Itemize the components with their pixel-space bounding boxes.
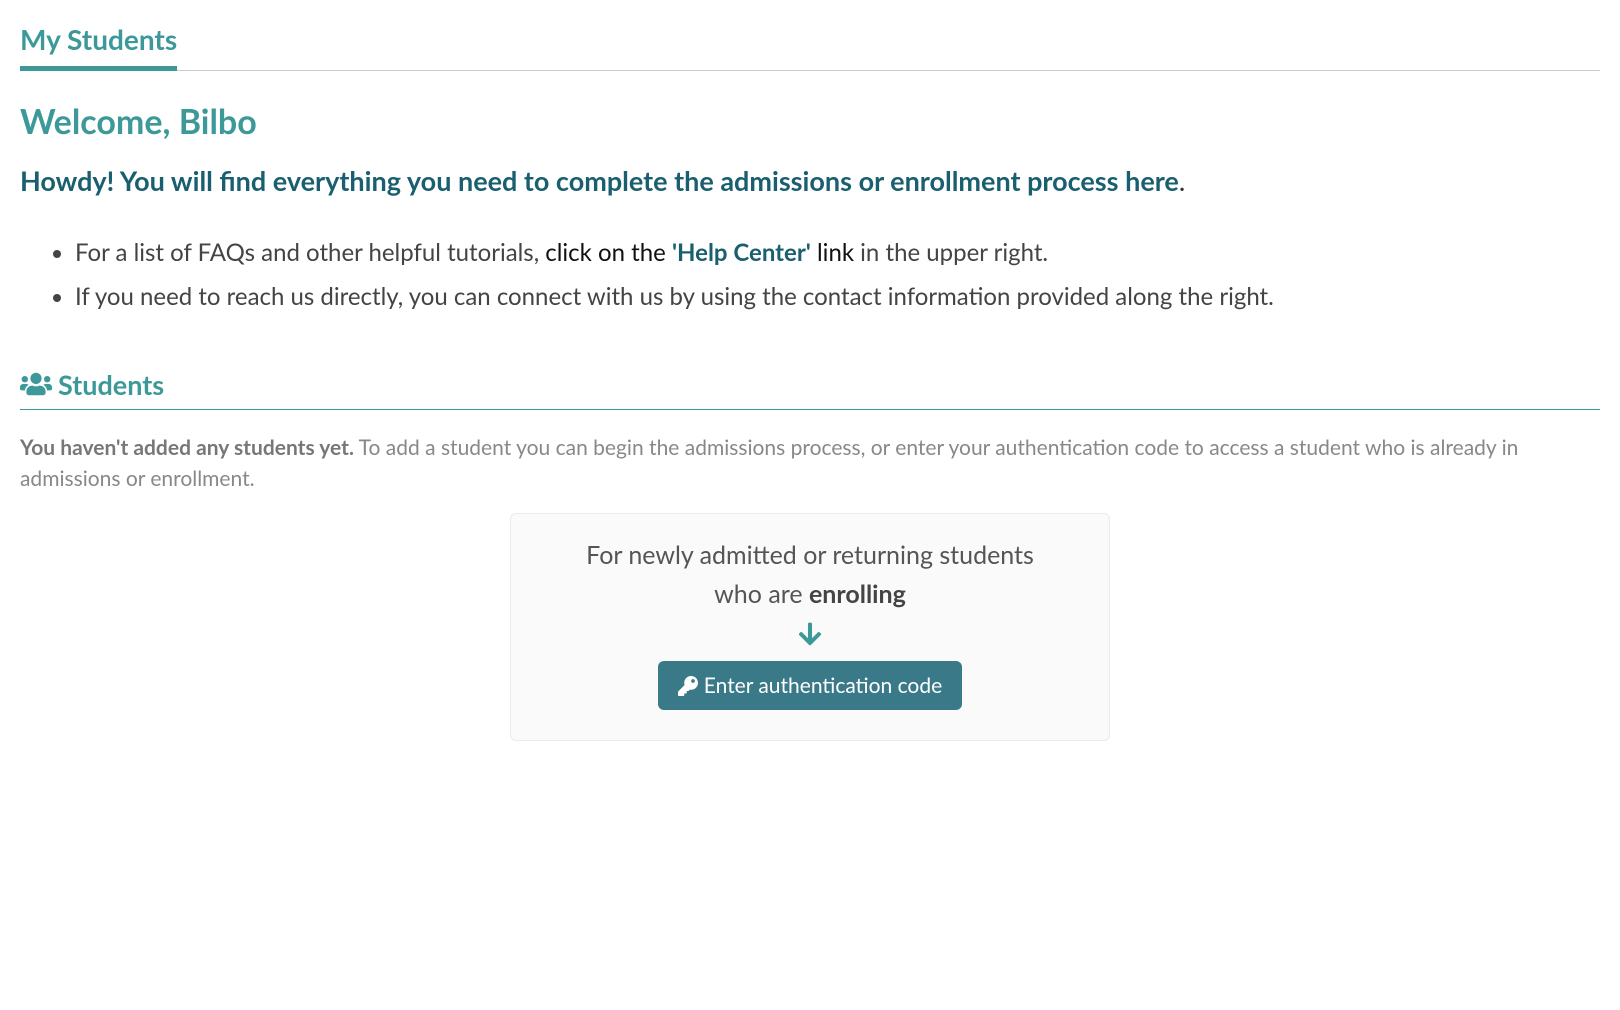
info-item-faq-click-prefix: click on the [545, 238, 672, 267]
info-list: For a list of FAQs and other helpful tut… [20, 232, 1600, 318]
info-item-faq: For a list of FAQs and other helpful tut… [75, 232, 1600, 274]
tab-my-students[interactable]: My Students [20, 22, 177, 71]
enter-auth-code-button[interactable]: Enter authentication code [658, 661, 962, 710]
intro-main: Howdy! You will find everything you need… [20, 164, 1179, 197]
enroll-panel: For newly admitted or returning students… [510, 513, 1110, 742]
info-item-contact: If you need to reach us directly, you ca… [75, 276, 1600, 318]
students-heading-wrap: Students [20, 368, 1600, 410]
intro-period: . [1179, 164, 1185, 197]
intro-text: Howdy! You will find everything you need… [20, 160, 1600, 202]
users-icon [20, 371, 52, 397]
auth-button-label: Enter authentication code [704, 673, 942, 698]
enroll-line1: For newly admitted or returning students [586, 540, 1034, 570]
info-item-faq-suffix: in the upper right. [854, 238, 1048, 267]
info-item-faq-click-suffix: link [811, 238, 854, 267]
students-section: Students You haven't added any students … [20, 368, 1600, 495]
arrow-down-icon [797, 621, 823, 647]
key-icon [678, 676, 698, 696]
help-center-link[interactable]: 'Help Center' [672, 238, 811, 267]
welcome-heading: Welcome, Bilbo [20, 101, 1600, 142]
info-item-faq-prefix: For a list of FAQs and other helpful tut… [75, 238, 545, 267]
enroll-line2-bold: enrolling [809, 579, 906, 609]
students-description: You haven't added any students yet. To a… [20, 432, 1600, 495]
tab-bar: My Students [20, 22, 1600, 71]
students-desc-bold: You haven't added any students yet. [20, 435, 354, 460]
enroll-text: For newly admitted or returning students… [541, 536, 1079, 614]
students-heading: Students [58, 368, 164, 401]
enroll-line2-prefix: who are [714, 579, 809, 609]
